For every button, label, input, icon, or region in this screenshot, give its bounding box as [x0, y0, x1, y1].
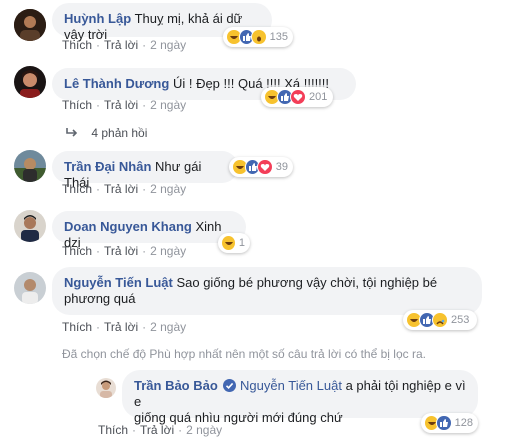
view-replies-link[interactable]: 4 phản hồi	[66, 126, 147, 140]
sad-icon	[432, 312, 448, 328]
love-icon	[290, 89, 306, 105]
timestamp[interactable]: 2 ngày	[150, 182, 186, 196]
reply-actions: Thích · Trả lời · 2 ngày	[98, 423, 223, 437]
reaction-summary[interactable]: 201	[261, 87, 333, 107]
reply-author[interactable]: Trần Bảo Bảo	[134, 378, 218, 393]
avatar[interactable]	[14, 272, 46, 304]
avatar[interactable]	[14, 66, 46, 98]
filter-notice: Đã chọn chế độ Phù hợp nhất nên một số c…	[62, 347, 426, 361]
comment-bubble: Doan Nguyen Khang Xinh dzị	[52, 211, 246, 250]
comment-author[interactable]: Doan Nguyen Khang	[64, 219, 192, 234]
reaction-summary[interactable]: 39	[229, 157, 293, 177]
reply-link[interactable]: Trả lời	[104, 182, 138, 196]
reply-link[interactable]: Trả lời	[104, 320, 138, 334]
timestamp[interactable]: 2 ngày	[150, 320, 186, 334]
reaction-summary[interactable]: 253	[403, 310, 477, 330]
like-icon	[436, 415, 452, 431]
like-link[interactable]: Thích	[98, 423, 128, 437]
reaction-summary[interactable]: 135	[223, 27, 293, 47]
comment-actions: Thích · Trả lời · 2 ngày	[62, 38, 187, 52]
comment-actions: Thích · Trả lời · 2 ngày	[62, 182, 187, 196]
reply-link[interactable]: Trả lời	[104, 98, 138, 112]
comment-author[interactable]: Huỳnh Lập	[64, 11, 131, 26]
like-link[interactable]: Thích	[62, 244, 92, 258]
reply-link[interactable]: Trả lời	[104, 244, 138, 258]
reply-arrow-icon	[66, 126, 80, 140]
reaction-count: 201	[309, 91, 328, 103]
haha-icon	[221, 235, 236, 251]
timestamp[interactable]: 2 ngày	[150, 38, 186, 52]
comment-text: Sao giống bé phương vậy chời, tội nghiệp…	[176, 275, 438, 290]
reply-bubble: Trần Bảo Bảo Nguyễn Tiến Luật a phải tội…	[122, 370, 478, 425]
comment-bubble: Nguyễn Tiến Luật Sao giống bé phương vậy…	[52, 267, 482, 315]
avatar[interactable]	[14, 210, 46, 242]
replies-count[interactable]: 4 phản hồi	[91, 126, 147, 140]
comment-bubble: Trần Đại Nhân Như gái Thái	[52, 151, 238, 190]
reaction-count: 253	[451, 314, 470, 326]
like-link[interactable]: Thích	[62, 182, 92, 196]
like-link[interactable]: Thích	[62, 98, 92, 112]
mention-link[interactable]: Nguyễn Tiến Luật	[240, 378, 342, 393]
like-link[interactable]: Thích	[62, 38, 92, 52]
timestamp[interactable]: 2 ngày	[150, 244, 186, 258]
reaction-count: 39	[275, 161, 288, 173]
comment-actions: Thích · Trả lời · 2 ngày	[62, 320, 187, 334]
reaction-count: 1	[238, 237, 245, 249]
comment-author[interactable]: Nguyễn Tiến Luật	[64, 275, 173, 290]
like-link[interactable]: Thích	[62, 320, 92, 334]
reply-link[interactable]: Trả lời	[104, 38, 138, 52]
timestamp[interactable]: 2 ngày	[150, 98, 186, 112]
comment-author[interactable]: Lê Thành Dương	[64, 76, 169, 91]
reaction-count: 128	[454, 417, 473, 429]
avatar[interactable]	[96, 378, 116, 398]
verified-badge-icon	[223, 379, 237, 392]
comment-actions: Thích · Trả lời · 2 ngày	[62, 98, 187, 112]
comment-author[interactable]: Trần Đại Nhân	[64, 159, 151, 174]
reaction-summary[interactable]: 1	[218, 233, 250, 253]
wow-icon	[251, 29, 267, 45]
reply-link[interactable]: Trả lời	[140, 423, 174, 437]
love-icon	[257, 159, 273, 175]
avatar[interactable]	[14, 150, 46, 182]
avatar[interactable]	[14, 9, 46, 41]
comment-text: phương quá	[64, 291, 136, 306]
reaction-count: 135	[269, 31, 288, 43]
timestamp[interactable]: 2 ngày	[186, 423, 222, 437]
reaction-summary[interactable]: 128	[421, 413, 478, 433]
comment-actions: Thích · Trả lời · 2 ngày	[62, 244, 187, 258]
